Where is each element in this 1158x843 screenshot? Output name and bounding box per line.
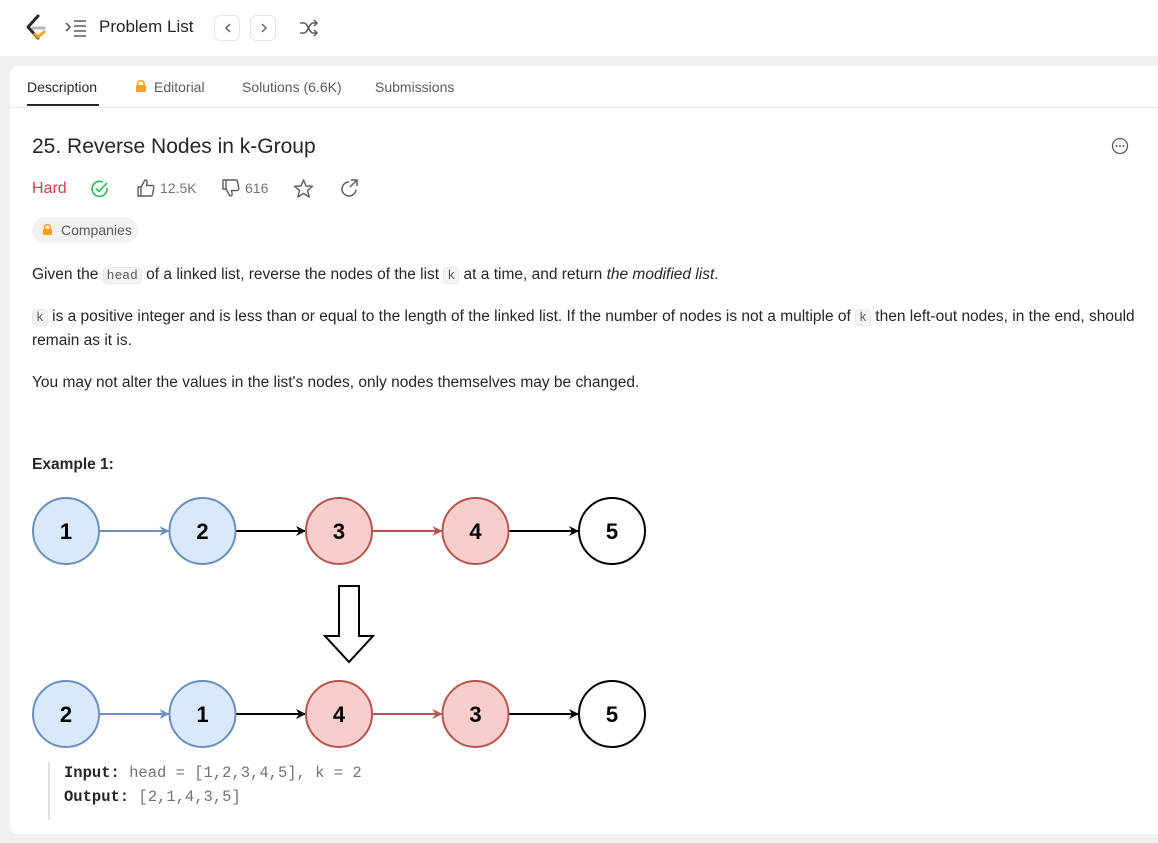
list-icon[interactable] xyxy=(64,18,88,38)
desc-text: at a time, and return xyxy=(459,266,607,283)
problem-title: 25. Reverse Nodes in k-Group xyxy=(32,135,316,158)
tab-solutions[interactable]: Solutions (6.6K) xyxy=(242,79,342,95)
desc-emphasis: the modified list xyxy=(606,266,715,283)
input-value: head = [1,2,3,4,5], k = 2 xyxy=(119,764,362,782)
thumbs-up-icon xyxy=(137,179,155,197)
list-node-label: 1 xyxy=(60,519,72,544)
tab-editorial[interactable]: Editorial xyxy=(154,79,205,95)
list-node-label: 4 xyxy=(469,519,482,544)
list-node-label: 2 xyxy=(196,519,208,544)
leetcode-logo[interactable] xyxy=(24,14,48,42)
description-paragraph-1: Given the head of a linked list, reverse… xyxy=(32,263,1142,287)
shuffle-icon[interactable] xyxy=(298,18,320,38)
example-io-block: Input: head = [1,2,3,4,5], k = 2 Output:… xyxy=(48,762,550,820)
dislikes-count: 616 xyxy=(245,180,269,196)
output-value: [2,1,4,3,5] xyxy=(129,788,241,806)
companies-label: Companies xyxy=(61,222,132,238)
active-tab-indicator xyxy=(27,104,99,106)
inline-code-k: k xyxy=(32,309,48,326)
likes-count: 12.5K xyxy=(160,180,197,196)
example-diagram: 1 2 3 4 5 2 1 4 3 5 xyxy=(32,497,646,748)
desc-text: . xyxy=(714,266,719,283)
dislike-button[interactable]: 616 xyxy=(221,178,281,200)
next-problem-button[interactable] xyxy=(250,15,276,41)
output-label: Output: xyxy=(64,788,130,806)
inline-code-k: k xyxy=(443,267,460,284)
lock-icon xyxy=(42,223,53,235)
tab-submissions[interactable]: Submissions xyxy=(375,79,454,95)
list-node-label: 5 xyxy=(606,519,618,544)
list-node-label: 3 xyxy=(469,702,481,727)
tab-description[interactable]: Description xyxy=(27,79,97,95)
lock-icon xyxy=(136,79,146,92)
more-icon[interactable] xyxy=(1110,136,1130,156)
problem-list-link[interactable]: Problem List xyxy=(99,17,193,37)
list-node-label: 2 xyxy=(60,702,72,727)
prev-problem-button[interactable] xyxy=(214,15,240,41)
description-panel: Description Editorial Solutions (6.6K) S… xyxy=(10,66,1158,834)
input-line: Input: head = [1,2,3,4,5], k = 2 xyxy=(64,764,362,782)
description-paragraph-2: k is a positive integer and is less than… xyxy=(32,305,1142,352)
chevron-right-icon xyxy=(261,23,267,33)
share-icon[interactable] xyxy=(339,178,360,199)
output-line: Output: [2,1,4,3,5] xyxy=(64,788,241,806)
list-node-label: 1 xyxy=(196,702,208,727)
list-node-label: 3 xyxy=(333,519,345,544)
companies-chip[interactable]: Companies xyxy=(32,217,138,243)
top-bar: Problem List xyxy=(0,0,1158,56)
inline-code-k: k xyxy=(855,309,871,326)
description-paragraph-3: You may not alter the values in the list… xyxy=(32,374,640,391)
thumbs-down-icon xyxy=(222,179,240,197)
input-label: Input: xyxy=(64,764,120,782)
like-button[interactable]: 12.5K xyxy=(136,178,206,200)
list-node-label: 4 xyxy=(333,702,346,727)
example-title: Example 1: xyxy=(32,456,114,473)
desc-text: of a linked list, reverse the nodes of t… xyxy=(141,266,444,283)
tab-bar: Description Editorial Solutions (6.6K) S… xyxy=(10,66,1158,108)
desc-text: Given the xyxy=(32,266,103,283)
hollow-down-arrow xyxy=(322,585,376,664)
star-icon[interactable] xyxy=(293,178,314,199)
check-circle-icon xyxy=(91,180,108,198)
inline-code-head: head xyxy=(102,267,142,284)
difficulty-badge: Hard xyxy=(32,180,67,197)
desc-text: is a positive integer and is less than o… xyxy=(47,308,856,325)
list-node-label: 5 xyxy=(606,702,618,727)
chevron-left-icon xyxy=(225,23,231,33)
